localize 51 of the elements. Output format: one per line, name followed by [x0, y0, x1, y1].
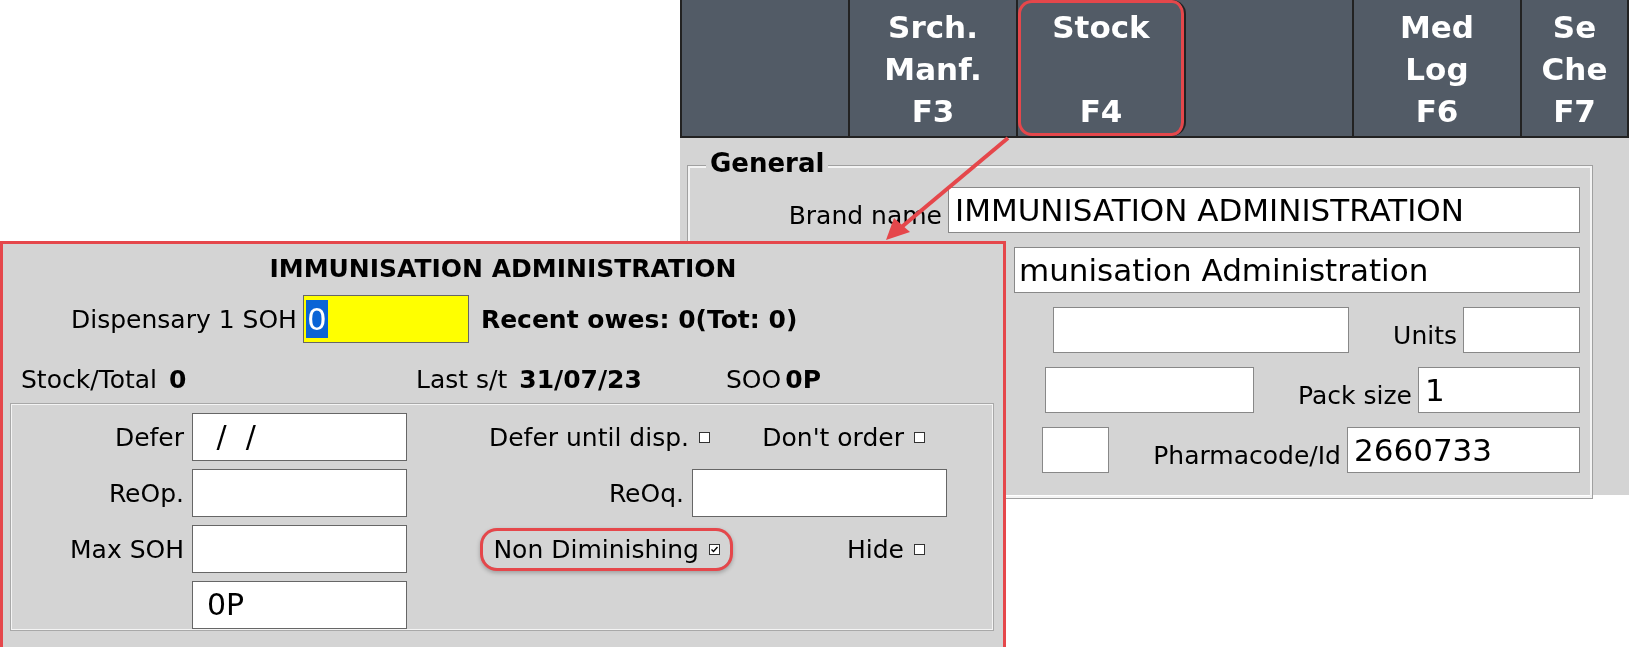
field-value: 0P	[785, 365, 821, 394]
input-field[interactable]	[1045, 367, 1255, 413]
input-field[interactable]: IMMUNISATION ADMINISTRATION	[948, 187, 1580, 233]
tab-label: Med	[1399, 8, 1475, 47]
field-value: 31/07/23	[519, 365, 642, 394]
field-label: Max SOH	[70, 534, 184, 564]
tab-label: Stock	[1052, 8, 1150, 47]
panel-title: IMMUNISATION ADMINISTRATION	[268, 254, 738, 283]
input-field[interactable]	[192, 525, 407, 573]
soh-field[interactable]: 0	[302, 295, 469, 343]
tab-label: Log	[1405, 50, 1469, 89]
tab-key: F4	[1079, 90, 1123, 132]
input-field[interactable]: / /	[192, 413, 407, 461]
input-field[interactable]	[192, 469, 407, 517]
field-label: Stock/Total	[21, 365, 157, 394]
field-label: ReOq.	[608, 478, 684, 508]
field-label: SOO	[726, 365, 782, 394]
tab-label: Se	[1552, 8, 1597, 47]
input-field[interactable]: 1	[1418, 367, 1580, 413]
function-key-tab[interactable]: Stock F4	[1018, 0, 1186, 136]
input-field[interactable]: 2660733	[1347, 427, 1580, 473]
field-label: Defer	[114, 422, 184, 452]
checkbox[interactable]	[914, 543, 925, 555]
tab-label: Che	[1541, 50, 1608, 89]
tab-key: F3	[911, 90, 955, 132]
input-field[interactable]	[692, 469, 947, 517]
input-field[interactable]: 0P	[192, 581, 407, 629]
checkbox[interactable]	[709, 543, 720, 555]
checkbox-label: Hide	[847, 534, 904, 564]
field-label: Dispensary 1 SOH	[71, 304, 297, 334]
tab-label: Manf.	[884, 50, 982, 89]
checkbox-label: Don't order	[762, 422, 904, 452]
field-label: ReOp.	[108, 478, 184, 508]
input-field[interactable]	[1463, 307, 1580, 353]
input-field[interactable]	[1042, 427, 1110, 473]
selected-text: 0	[305, 300, 328, 338]
field-label: Pack size	[1298, 379, 1412, 410]
field-label: Last s/t	[416, 365, 508, 394]
tab-key: F6	[1415, 90, 1459, 132]
tab-label: Srch.	[888, 8, 978, 47]
checkbox[interactable]	[914, 431, 925, 443]
field-value: 0	[169, 365, 187, 394]
input-field[interactable]	[1053, 307, 1350, 353]
field-label: Units	[1393, 319, 1457, 350]
checkbox-label: Defer until disp.	[488, 422, 689, 452]
tab-key: F7	[1553, 90, 1596, 132]
recent-owes: Recent owes: 0(Tot: 0)	[480, 304, 798, 334]
input-field[interactable]: munisation Administration	[1014, 247, 1580, 293]
checkbox[interactable]	[699, 431, 710, 443]
checkbox-label: Non Diminishing	[493, 534, 699, 564]
field-label: Pharmacode/Id	[1153, 439, 1341, 470]
